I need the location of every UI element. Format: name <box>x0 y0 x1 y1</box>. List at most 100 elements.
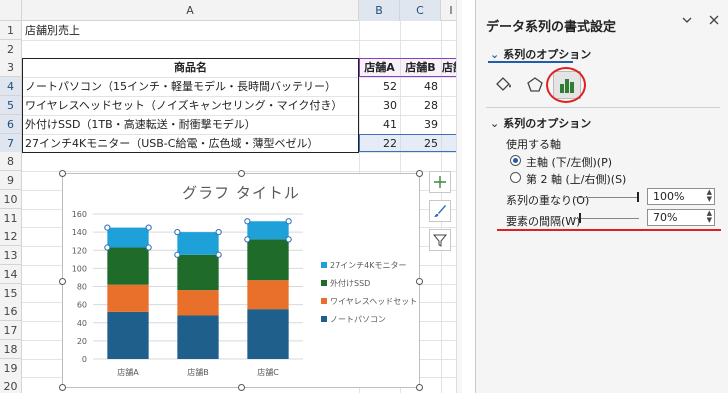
row-header-6[interactable]: 6 <box>0 115 22 135</box>
resize-handle[interactable] <box>238 384 245 391</box>
spinner-arrows-icon[interactable]: ▲ ▼ <box>707 210 712 224</box>
divider <box>486 107 720 108</box>
row-header-15[interactable]: 15 <box>0 284 22 304</box>
row-header-17[interactable]: 17 <box>0 321 22 341</box>
series-selection-handle <box>244 236 251 243</box>
overlap-slider[interactable] <box>573 197 639 198</box>
chart-elements-button[interactable] <box>429 171 451 193</box>
series-options-dropdown[interactable]: ⌄ 系列のオプション <box>490 46 591 62</box>
x-tick-label: 店舗B <box>187 367 209 377</box>
series-selection-handle <box>174 251 181 258</box>
overlap-spinner[interactable]: 100% ▲ ▼ <box>647 188 715 205</box>
paint-bucket-icon <box>496 77 511 91</box>
table-row-1-store-a[interactable]: 52 <box>359 77 400 96</box>
table-row-3-store-b[interactable]: 39 <box>400 115 441 134</box>
resize-handle[interactable] <box>59 384 66 391</box>
row-header-4[interactable]: 4 <box>0 77 22 97</box>
effects-tab[interactable] <box>522 72 548 98</box>
gap-width-spinner[interactable]: 70% ▲ ▼ <box>647 209 715 226</box>
series-selection-handle <box>145 224 152 231</box>
plus-icon <box>434 176 446 188</box>
resize-handle[interactable] <box>416 278 423 285</box>
table-row-4-store-b[interactable]: 25 <box>400 134 441 153</box>
primary-axis-radio[interactable] <box>510 155 521 166</box>
row-header-1[interactable]: 1 <box>0 21 22 41</box>
secondary-axis-radio[interactable] <box>510 172 521 183</box>
row-header-3[interactable]: 3 <box>0 58 22 78</box>
column-header-a[interactable]: A <box>22 0 359 21</box>
highlight-underline <box>497 229 721 231</box>
table-row-3-store-a[interactable]: 41 <box>359 115 400 134</box>
row-header-14[interactable]: 14 <box>0 265 22 285</box>
select-all-corner[interactable] <box>0 0 22 21</box>
cell-a1[interactable]: 店舗別売上 <box>22 21 222 40</box>
resize-handle[interactable] <box>416 170 423 177</box>
column-header-c[interactable]: C <box>400 0 441 21</box>
series-selection-handle <box>104 244 111 251</box>
chart-styles-button[interactable] <box>429 200 451 222</box>
close-icon[interactable] <box>708 14 720 30</box>
gap-width-slider[interactable] <box>573 218 639 219</box>
table-row-4-store-a[interactable]: 22 <box>359 134 400 153</box>
chart-area[interactable]: グラフ タイトル 0 20 40 60 80 100 120 140 160 店舗A 店舗B 店舗C 2… <box>59 170 423 391</box>
section-header-label: 系列のオプション <box>503 117 592 130</box>
row-header-20[interactable]: 20 <box>0 377 22 393</box>
row-header-2[interactable]: 2 <box>0 40 22 60</box>
row-header-5[interactable]: 5 <box>0 96 22 116</box>
series-selection-handle <box>285 218 292 225</box>
table-header-store-b[interactable]: 店舗B <box>400 58 441 77</box>
column-header-b[interactable]: B <box>359 0 400 21</box>
table-row-1-name[interactable]: ノートパソコン（15インチ・軽量モデル・長時間バッテリー） <box>22 77 359 96</box>
resize-handle[interactable] <box>416 384 423 391</box>
y-tick-label: 20 <box>77 337 87 346</box>
spreadsheet[interactable]: A B C I 1 2 3 4 5 6 7 8 9 10 11 12 13 14… <box>0 0 462 393</box>
overlap-slider-thumb[interactable] <box>637 192 639 202</box>
gap-width-slider-thumb[interactable] <box>579 213 581 223</box>
row-header-10[interactable]: 10 <box>0 190 22 210</box>
x-tick-label: 店舗A <box>117 367 139 377</box>
row-header-19[interactable]: 19 <box>0 359 22 379</box>
table-row-2-store-b[interactable]: 28 <box>400 96 441 115</box>
chart-plot[interactable]: 0 20 40 60 80 100 120 140 160 店舗A 店舗B 店舗C 27インチ4Kモニタ… <box>63 174 419 387</box>
row-header-7[interactable]: 7 <box>0 134 22 154</box>
bar-segment <box>177 254 219 291</box>
fill-line-tab[interactable] <box>490 72 516 98</box>
table-row-2-name[interactable]: ワイヤレスヘッドセット（ノイズキャンセリング・マイク付き） <box>22 96 359 115</box>
row-header-12[interactable]: 12 <box>0 227 22 247</box>
y-tick-label: 60 <box>77 301 87 310</box>
bar-segment <box>247 309 289 359</box>
table-row-1-store-b[interactable]: 48 <box>400 77 441 96</box>
gap-width-value: 70% <box>653 211 678 224</box>
resize-handle[interactable] <box>59 278 66 285</box>
secondary-axis-label[interactable]: 第 2 軸 (上/右側)(S) <box>526 171 626 187</box>
resize-handle[interactable] <box>59 170 66 177</box>
vertical-scrollbar[interactable] <box>456 0 462 393</box>
chevron-down-icon[interactable] <box>681 14 693 30</box>
row-header-9[interactable]: 9 <box>0 171 22 191</box>
resize-handle[interactable] <box>238 170 245 177</box>
table-row-4-name[interactable]: 27インチ4Kモニター（USB-C給電・広色域・薄型ベゼル） <box>22 134 359 153</box>
y-tick-label: 40 <box>77 319 87 328</box>
spinner-arrows-icon[interactable]: ▲ ▼ <box>707 189 712 203</box>
bar-segment <box>177 290 219 316</box>
table-header-name[interactable]: 商品名 <box>22 58 359 77</box>
row-header-18[interactable]: 18 <box>0 340 22 360</box>
gap-width-label: 要素の間隔(W) <box>506 215 581 228</box>
filter-icon <box>433 234 447 247</box>
row-header-8[interactable]: 8 <box>0 152 22 172</box>
y-tick-label: 160 <box>72 210 87 219</box>
table-row-2-store-a[interactable]: 30 <box>359 96 400 115</box>
gridline <box>22 40 462 41</box>
row-header-11[interactable]: 11 <box>0 209 22 229</box>
row-header-13[interactable]: 13 <box>0 246 22 266</box>
y-tick-label: 0 <box>82 355 87 364</box>
table-header-store-a[interactable]: 店舗A <box>359 58 400 77</box>
table-row-3-name[interactable]: 外付けSSD（1TB・高速転送・耐衝撃モデル） <box>22 115 359 134</box>
section-header-series-options[interactable]: ⌄ 系列のオプション <box>490 115 591 131</box>
legend-swatch <box>321 316 327 322</box>
y-tick-label: 80 <box>77 283 87 292</box>
primary-axis-label[interactable]: 主軸 (下/左側)(P) <box>526 154 612 170</box>
series-selection-handle <box>215 229 222 236</box>
row-header-16[interactable]: 16 <box>0 302 22 322</box>
chart-filters-button[interactable] <box>429 229 451 251</box>
